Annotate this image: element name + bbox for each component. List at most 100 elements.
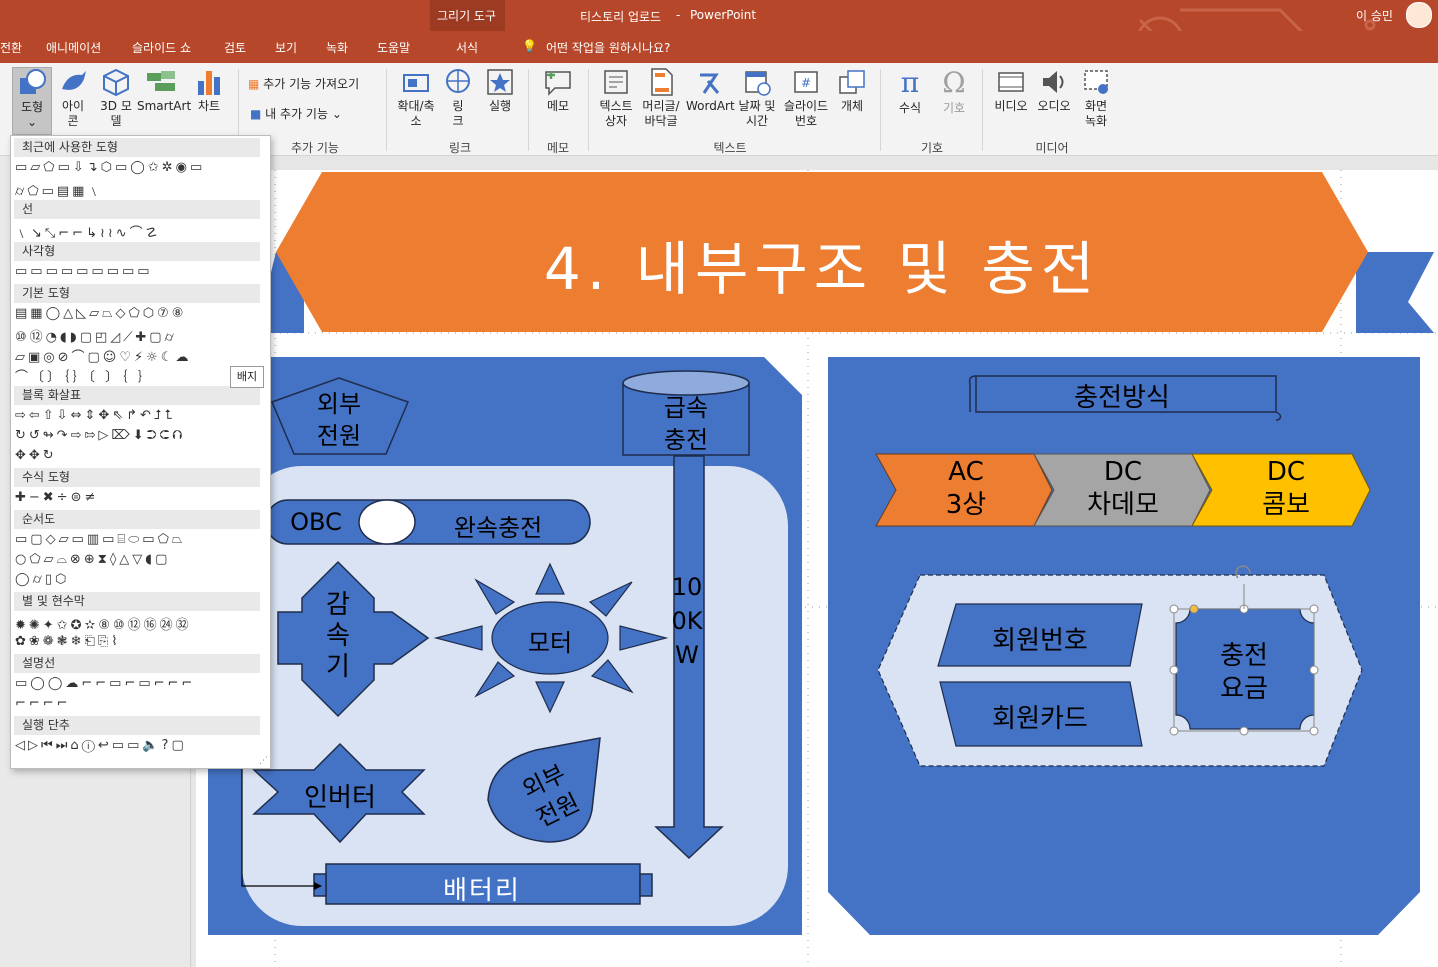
- screen-record-icon: [1084, 70, 1108, 94]
- member-card-label[interactable]: 회원카드: [968, 698, 1112, 735]
- screen-recording-button[interactable]: 화면 녹화: [1076, 67, 1116, 129]
- comment-button[interactable]: 메모: [538, 67, 578, 114]
- smartart-label: SmartArt: [137, 99, 192, 113]
- video-button[interactable]: 비디오: [990, 67, 1032, 114]
- resize-grip-icon[interactable]: ⋰: [259, 756, 268, 766]
- shapes-label: 도형: [20, 100, 44, 114]
- textbox-icon: [604, 70, 628, 94]
- tab-record[interactable]: 녹화: [326, 39, 348, 56]
- tell-me-input[interactable]: 어떤 작업을 원하시나요?: [546, 39, 670, 56]
- basic-shapes-row-4[interactable]: ⌒〔〕｛｝〔 〕｛ ｝: [15, 366, 255, 384]
- equation-button[interactable]: π 수식: [890, 67, 930, 116]
- flowchart-row-2[interactable]: ○⬠▱⌓⊗⊕⧗◊△▽◖▢: [15, 552, 255, 570]
- category-equation: 수식 도형: [14, 468, 260, 487]
- object-icon: [839, 70, 865, 94]
- symbol-label: 기호: [942, 101, 966, 115]
- battery-label[interactable]: 배터리: [402, 870, 562, 907]
- slide[interactable]: 4. 내부구조 및 충전 외부 전원 급속 충전 OBC 완속충전 감 속 기 …: [196, 170, 1438, 967]
- tab-view[interactable]: 보기: [275, 39, 297, 56]
- basic-shapes-row-2[interactable]: ⑩⑫◔◖◗▢◰◿⟋✚▢⌭: [15, 326, 255, 344]
- shapes-gallery[interactable]: 최근에 사용한 도형 ▭▱⬠▭⇩↴⬡▭◯✩✲◉▭ ⌭⬠▭▤▦﹨ 선 ﹨↘⤡⌐⌐↳…: [10, 135, 271, 769]
- wordart-icon: [700, 73, 720, 94]
- block-arrows-row-2[interactable]: ↻↺↬↷⇨⇰▷⌦⬇⮊⮈⮉: [15, 428, 255, 446]
- basic-shapes-row-1[interactable]: ▤▦◯△◺▱⏢◇⬠⬡⑦⑧: [15, 306, 255, 324]
- equation-row[interactable]: ✚−✖÷⊜≠: [15, 490, 255, 508]
- media-group-label: 미디어: [1035, 141, 1069, 155]
- callouts-row-2[interactable]: ⌐⌐⌐⌐: [15, 696, 255, 714]
- icons-button[interactable]: 아이콘: [56, 67, 90, 129]
- reducer-label[interactable]: 감 속 기: [314, 590, 362, 683]
- ribbon-tabs: 전환 애니메이션 슬라이드 쇼 검토 보기 녹화 도움말 서식 💡 어떤 작업을…: [0, 31, 1438, 63]
- tab-slideshow[interactable]: 슬라이드 쇼: [132, 39, 191, 56]
- basic-shapes-row-3[interactable]: ▱▣◎⊘⌒▢☺♡⚡☼☾☁: [15, 346, 255, 364]
- flowchart-row-3[interactable]: ◯⌭▯⬡: [15, 572, 255, 590]
- wordart-button[interactable]: WordArt: [686, 67, 735, 114]
- slide-title[interactable]: 4. 내부구조 및 충전: [522, 222, 1122, 306]
- chevron-chademo-label[interactable]: DC 차데모: [1068, 456, 1178, 522]
- get-addins-button[interactable]: ▦ 추가 기능 가져오기: [248, 77, 359, 92]
- block-arrows-row-3[interactable]: ✥✥↻: [15, 448, 255, 466]
- inverter-label[interactable]: 인버터: [288, 777, 392, 814]
- wordart-label: WordArt: [686, 99, 735, 113]
- chevron-ac-label[interactable]: AC 3상: [916, 456, 1016, 522]
- power-100kw-label[interactable]: 100KW: [670, 570, 704, 672]
- 3d-models-button[interactable]: 3D 모델: [96, 67, 136, 129]
- date-time-button[interactable]: 날짜 및 시간: [734, 67, 780, 129]
- flowchart-row-1[interactable]: ▭▢◇▱▭▥▭⌸⬭▭⬠⏢: [15, 532, 255, 550]
- globe-link-icon: [446, 69, 470, 93]
- stars-row-1[interactable]: ✹✺✦✩✪✫⑧⑩⑫⑯㉔㉜: [15, 614, 255, 632]
- category-basic: 기본 도형: [14, 284, 260, 303]
- tab-review[interactable]: 검토: [224, 39, 246, 56]
- addins-group-label: 추가 기능: [291, 141, 339, 155]
- speaker-icon: [1043, 71, 1064, 93]
- motor-label[interactable]: 모터: [500, 623, 600, 658]
- shapes-button[interactable]: 도형 ⌄: [12, 67, 52, 135]
- outer-power-top-label[interactable]: 외부 전원: [292, 388, 386, 452]
- tab-format[interactable]: 서식: [456, 39, 478, 56]
- tab-help[interactable]: 도움말: [377, 39, 410, 56]
- member-number-label[interactable]: 회원번호: [968, 620, 1112, 657]
- symbol-button[interactable]: Ω 기호: [934, 67, 974, 116]
- calendar-icon: [745, 71, 771, 96]
- action-buttons-row[interactable]: ◁▷⏮⏭⌂ⓘ↩▭▭🔈?▢: [15, 738, 255, 756]
- stars-row-2[interactable]: ✿❀❁❃❄⎗⎘⌇: [15, 634, 255, 652]
- zoom-button[interactable]: 확대/축소: [396, 67, 436, 129]
- slide-number-button[interactable]: # 슬라이드 번호: [780, 67, 832, 129]
- my-addins-button[interactable]: ■ 내 추가 기능 ⌄: [250, 107, 342, 122]
- action-label: 실행: [488, 99, 512, 113]
- audio-button[interactable]: 오디오: [1034, 67, 1074, 114]
- obc-label[interactable]: OBC: [276, 508, 356, 536]
- icons-label: 아이콘: [61, 99, 85, 128]
- shape-tooltip: 배지: [230, 366, 264, 388]
- category-action-buttons: 실행 단추: [14, 716, 260, 735]
- lines-row[interactable]: ﹨↘⤡⌐⌐↳≀≀∿⌒☡: [15, 222, 255, 240]
- recent-shapes-row[interactable]: ▭▱⬠▭⇩↴⬡▭◯✩✲◉▭: [15, 160, 255, 178]
- slide-number-label: 슬라이드 번호: [783, 99, 829, 128]
- category-recent: 최근에 사용한 도형: [14, 138, 260, 157]
- fee-label[interactable]: 충전 요금: [1194, 640, 1294, 706]
- comment-icon: [545, 71, 571, 96]
- shapes-icon: [20, 69, 46, 94]
- svg-text:#: #: [801, 76, 811, 90]
- charge-method-label[interactable]: 충전방식: [1022, 377, 1222, 414]
- textbox-button[interactable]: 텍스트 상자: [596, 67, 636, 129]
- chart-button[interactable]: 차트: [192, 67, 226, 114]
- tab-animations[interactable]: 애니메이션: [46, 39, 101, 56]
- rectangles-row[interactable]: ▭▭▭▭▭▭▭▭▭: [15, 264, 255, 282]
- header-footer-button[interactable]: 머리글/바닥글: [640, 67, 682, 129]
- object-button[interactable]: 개체: [834, 67, 870, 114]
- callouts-row-1[interactable]: ▭◯◯☁⌐⌐▭⌐▭⌐⌐⌐: [15, 676, 255, 694]
- slow-charge-label[interactable]: 완속충전: [418, 508, 578, 543]
- action-button[interactable]: 실행: [482, 67, 518, 114]
- category-callouts: 설명선: [14, 654, 260, 673]
- link-button[interactable]: 링크: [440, 67, 476, 129]
- block-arrows-row-1[interactable]: ⇨⇦⇧⇩⇔⇕✥⇖↱↶⮥⮤: [15, 408, 255, 426]
- smartart-button[interactable]: SmartArt: [137, 67, 191, 114]
- zoom-icon: [403, 74, 429, 92]
- addin-icon: ■: [250, 107, 262, 121]
- video-label: 비디오: [994, 99, 1028, 113]
- chevron-combo-label[interactable]: DC 콤보: [1236, 456, 1336, 522]
- recent-shapes-row-2[interactable]: ⌭⬠▭▤▦﹨: [15, 180, 255, 198]
- tab-transitions[interactable]: 전환: [0, 39, 22, 56]
- fast-charge-label[interactable]: 급속 충전: [639, 392, 733, 456]
